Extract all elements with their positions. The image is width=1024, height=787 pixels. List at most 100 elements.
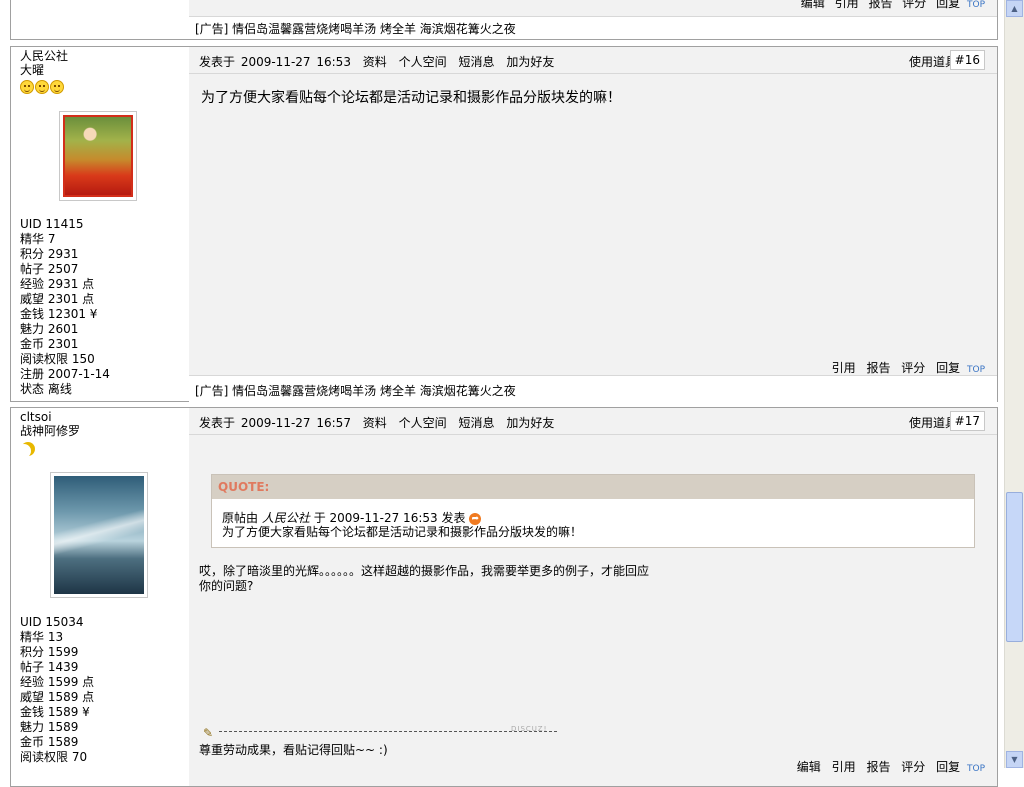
stat-coins: 金币 1589 (20, 735, 79, 749)
post-header: 发表于 2009-11-27 16:53 资料 个人空间 短消息 加为好友 使用… (189, 47, 997, 74)
post-meta: 发表于 2009-11-27 16:53 资料 个人空间 短消息 加为好友 (199, 53, 554, 70)
pencil-icon: ✎ (203, 726, 214, 740)
quote-link[interactable]: 引用 (832, 361, 856, 375)
quote-prefix: 原帖由 (222, 511, 259, 525)
top-icon[interactable]: TOP (967, 0, 985, 10)
rate-link[interactable]: 评分 (901, 760, 925, 774)
stat-registered: 注册 2007-1-14 (20, 367, 110, 381)
add-friend-link[interactable]: 加为好友 (506, 416, 554, 430)
space-link[interactable]: 个人空间 (399, 416, 447, 430)
quote-source: 原帖由 人民公社 于 2009-11-27 16:53 发表 ➦ (222, 511, 964, 525)
ad-link[interactable]: [广告] 情侣岛温馨露营烧烤喝羊汤 烤全羊 海滨烟花篝火之夜 (195, 20, 516, 37)
stat-charm: 魅力 1589 (20, 720, 79, 734)
author-stats: UID 15034 精华 13 积分 1599 帖子 1439 经验 1599 … (20, 615, 94, 765)
discuz-logo: DISCUZ! (511, 725, 548, 733)
signature-divider: ✎ DISCUZ! (199, 725, 559, 740)
top-icon[interactable]: TOP (967, 365, 985, 375)
post-body: 为了方便大家看贴每个论坛都是活动记录和摄影作品分版块发的嘛！ (201, 90, 621, 106)
quote-author[interactable]: 人民公社 (262, 511, 310, 525)
stat-experience: 经验 1599 点 (20, 675, 95, 689)
smiley-icon (50, 80, 64, 94)
author-stats: UID 11415 精华 7 积分 2931 帖子 2507 经验 2931 点… (20, 217, 110, 397)
post-17: cltsoi 战神阿修罗 UID 15034 精华 13 积分 1599 帖子 … (10, 407, 998, 787)
post-body: 哎，除了暗淡里的光辉。。。。。。这样超越的摄影作品，我需要举更多的例子，才能回应… (199, 564, 650, 593)
floor-number[interactable]: #17 (949, 411, 985, 431)
reply-link[interactable]: 回复 (936, 361, 960, 375)
report-link[interactable]: 报告 (866, 760, 890, 774)
quote-body: 原帖由 人民公社 于 2009-11-27 16:53 发表 ➦ 为了方便大家看… (212, 499, 974, 539)
ad-link[interactable]: [广告] 情侣岛温馨露营烧烤喝羊汤 烤全羊 海滨烟花篝火之夜 (195, 382, 516, 399)
stat-uid: UID 15034 (20, 615, 84, 629)
stat-read-access: 阅读权限 150 (20, 352, 95, 366)
post-time: 发表于 2009-11-27 16:57 (199, 416, 351, 430)
previous-post-actions: 编辑 引用 报告 评分 回复 TOP (801, 0, 985, 11)
stat-money: 金钱 12301 ¥ (20, 307, 98, 321)
quote-link[interactable]: 引用 (832, 760, 856, 774)
post-actions: 编辑 引用 报告 评分 回复 TOP (797, 758, 985, 775)
stat-posts: 帖子 2507 (20, 262, 79, 276)
author-name[interactable]: 人民公社 (20, 49, 68, 63)
quote-block: QUOTE: 原帖由 人民公社 于 2009-11-27 16:53 发表 ➦ … (211, 474, 975, 548)
scroll-up-button[interactable]: ▲ (1006, 0, 1023, 17)
edit-link[interactable]: 编辑 (797, 760, 821, 774)
quote-time: 于 2009-11-27 16:53 发表 (313, 511, 466, 525)
vertical-scrollbar[interactable]: ▲ ▼ (1004, 0, 1024, 768)
stat-prestige: 威望 2301 点 (20, 292, 95, 306)
scroll-thumb[interactable] (1006, 492, 1023, 642)
stat-points: 积分 2931 (20, 247, 79, 261)
quote-link[interactable]: 引用 (835, 0, 859, 10)
smiley-icon (35, 80, 49, 94)
avatar-image (63, 115, 133, 197)
author-name[interactable]: cltsoi (20, 410, 52, 424)
post-content: 发表于 2009-11-27 16:53 资料 个人空间 短消息 加为好友 使用… (189, 47, 997, 402)
quote-header: QUOTE: (212, 475, 974, 499)
stat-status: 状态 离线 (20, 382, 72, 396)
rate-link[interactable]: 评分 (901, 361, 925, 375)
profile-link[interactable]: 资料 (363, 416, 387, 430)
space-link[interactable]: 个人空间 (399, 55, 447, 69)
report-link[interactable]: 报告 (866, 361, 890, 375)
previous-post-tail: 编辑 引用 报告 评分 回复 TOP [广告] 情侣岛温馨露营烧烤喝羊汤 烤全羊… (10, 0, 998, 40)
quote-text: 为了方便大家看贴每个论坛都是活动记录和摄影作品分版块发的嘛！ (222, 525, 583, 539)
rank-stars (20, 80, 64, 96)
stat-prestige: 威望 1589 点 (20, 690, 95, 704)
signature-text: 尊重劳动成果，看贴记得回贴~~ :) (199, 743, 388, 757)
stat-points: 积分 1599 (20, 645, 79, 659)
avatar (50, 472, 148, 598)
report-link[interactable]: 报告 (868, 0, 892, 10)
post-content: 发表于 2009-11-27 16:57 资料 个人空间 短消息 加为好友 使用… (189, 408, 997, 786)
profile-link[interactable]: 资料 (363, 55, 387, 69)
scroll-down-button[interactable]: ▼ (1006, 751, 1023, 768)
edit-link[interactable]: 编辑 (801, 0, 825, 10)
reply-link[interactable]: 回复 (936, 0, 960, 10)
avatar-image (54, 476, 144, 594)
reply-link[interactable]: 回复 (936, 760, 960, 774)
smiley-icon (20, 80, 34, 94)
post-header: 发表于 2009-11-27 16:57 资料 个人空间 短消息 加为好友 使用… (189, 408, 997, 435)
stat-experience: 经验 2931 点 (20, 277, 95, 291)
avatar (59, 111, 137, 201)
stat-read-access: 阅读权限 70 (20, 750, 88, 764)
message-link[interactable]: 短消息 (458, 416, 494, 430)
author-sidebar: 人民公社 大曜 UID 11415 精华 7 积分 2931 帖子 2507 经… (11, 47, 189, 401)
post-actions: 引用 报告 评分 回复 TOP (832, 359, 985, 376)
top-icon[interactable]: TOP (967, 764, 985, 774)
floor-number[interactable]: #16 (949, 50, 985, 70)
dashed-rule (219, 731, 557, 732)
post-meta: 发表于 2009-11-27 16:57 资料 个人空间 短消息 加为好友 (199, 414, 554, 431)
stat-digest: 精华 7 (20, 232, 56, 246)
stat-money: 金钱 1589 ¥ (20, 705, 90, 719)
author-rank-title: 战神阿修罗 (20, 424, 81, 438)
stat-charm: 魅力 2601 (20, 322, 79, 336)
moon-icon (21, 442, 35, 456)
go-to-post-icon[interactable]: ➦ (469, 512, 482, 525)
stat-posts: 帖子 1439 (20, 660, 79, 674)
message-link[interactable]: 短消息 (458, 55, 494, 69)
rank-stars (20, 441, 35, 457)
rate-link[interactable]: 评分 (902, 0, 926, 10)
author-sidebar: cltsoi 战神阿修罗 UID 15034 精华 13 积分 1599 帖子 … (11, 408, 189, 786)
post-time: 发表于 2009-11-27 16:53 (199, 55, 351, 69)
add-friend-link[interactable]: 加为好友 (506, 55, 554, 69)
stat-uid: UID 11415 (20, 217, 84, 231)
stat-coins: 金币 2301 (20, 337, 79, 351)
